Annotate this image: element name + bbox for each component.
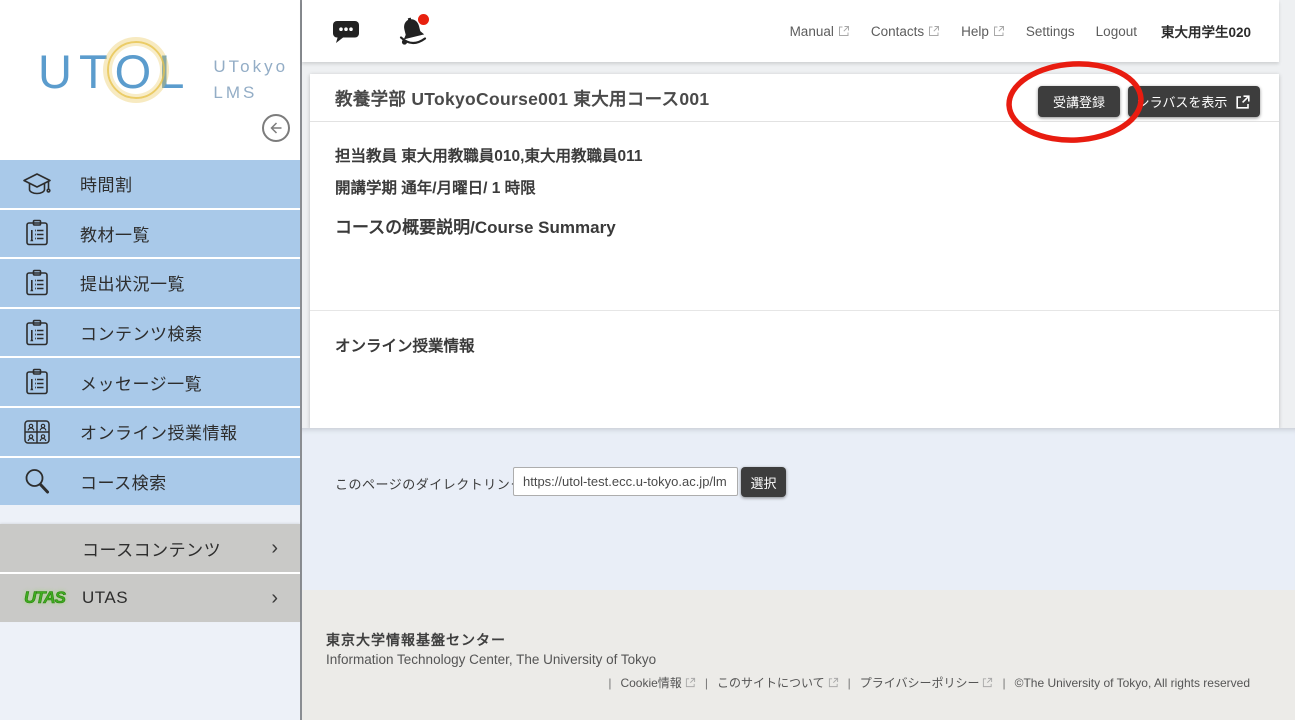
show-syllabus-button[interactable]: シラバスを表示 [1128, 86, 1260, 117]
sidebar-item-course-search[interactable]: コース検索 [0, 458, 300, 506]
topbar: Manual Contacts Help Settings Logout 東大用… [302, 0, 1279, 62]
sidebar-item-submission-status[interactable]: 提出状況一覧 [0, 259, 300, 307]
utol-lms-page: { "colors": { "sidebar_item_blue": "#a9c… [0, 0, 1295, 720]
select-url-button[interactable]: 選択 [741, 467, 786, 497]
settings-link[interactable]: Settings [1026, 24, 1075, 39]
privacy-policy-link[interactable]: プライバシーポリシー [860, 674, 994, 691]
utol-logo-subtitle: UTokyo LMS [213, 54, 288, 105]
sidebar-item-course-contents[interactable]: コースコンテンツ › [0, 524, 300, 572]
logo-area: UTOL UTokyo LMS [0, 0, 300, 160]
sidebar-item-label: オンライン授業情報 [80, 419, 238, 444]
sidebar-collapse-button[interactable] [262, 114, 290, 142]
course-card: 教養学部 UTokyoCourse001 東大用コース001 受講登録 シラバス… [310, 74, 1279, 428]
external-link-icon [838, 25, 850, 37]
footer: 東京大学情報基盤センター Information Technology Cent… [302, 590, 1295, 720]
external-link-icon [1235, 94, 1251, 110]
graduation-cap-icon [22, 171, 52, 197]
logo-ring-icon: O [115, 48, 159, 95]
footer-org-english: Information Technology Center, The Unive… [326, 652, 656, 667]
sidebar: UTOL UTokyo LMS 時間割 [0, 0, 302, 720]
copyright-text: ©The University of Tokyo, All rights res… [1015, 676, 1250, 690]
external-link-icon [928, 25, 940, 37]
direct-link-label: このページのダイレクトリンク [335, 474, 524, 493]
chat-bubble-icon [332, 18, 360, 44]
course-title: 教養学部 UTokyoCourse001 東大用コース001 [335, 74, 709, 122]
clipboard-icon [22, 319, 52, 347]
register-course-button[interactable]: 受講登録 [1038, 86, 1120, 117]
sidebar-item-label: 提出状況一覧 [80, 270, 185, 295]
sidebar-item-timetable[interactable]: 時間割 [0, 160, 300, 208]
messages-button[interactable] [332, 0, 360, 62]
video-conference-grid-icon [22, 419, 52, 445]
sidebar-item-label: 時間割 [80, 171, 133, 196]
chevron-right-icon: › [271, 538, 278, 558]
external-link-icon [828, 677, 839, 688]
clipboard-icon [22, 219, 52, 247]
sidebar-item-online-class-info[interactable]: オンライン授業情報 [0, 408, 300, 456]
clipboard-icon [22, 368, 52, 396]
section-divider [310, 310, 1279, 311]
cookie-info-link[interactable]: Cookie情報 [620, 674, 695, 691]
chevron-right-icon: › [271, 588, 278, 608]
sidebar-item-content-search[interactable]: コンテンツ検索 [0, 309, 300, 357]
sidebar-item-label: コンテンツ検索 [80, 320, 203, 345]
notifications-button[interactable] [394, 0, 432, 62]
notification-bell-icon [394, 12, 432, 50]
help-link[interactable]: Help [961, 24, 1005, 39]
footer-org-japanese: 東京大学情報基盤センター [326, 630, 506, 650]
utas-logo-icon: UTAS [24, 588, 65, 608]
utol-logo[interactable]: UTOL UTokyo LMS [38, 48, 288, 105]
topbar-links: Manual Contacts Help Settings Logout 東大用… [790, 0, 1251, 62]
course-title-row: 教養学部 UTokyoCourse001 東大用コース001 受講登録 シラバス… [310, 74, 1279, 122]
sidebar-item-label: コースコンテンツ [82, 536, 221, 561]
logout-link[interactable]: Logout [1096, 24, 1137, 39]
course-instructors: 担当教員 東大用教職員010,東大用教職員011 [335, 144, 642, 166]
arrow-left-icon [268, 120, 284, 136]
notification-dot [418, 14, 429, 25]
sidebar-expand-area: コースコンテンツ › UTAS UTAS › [0, 524, 300, 622]
footer-links-row: | Cookie情報 | このサイトについて | プライバシーポリシー | ©T… [608, 674, 1250, 691]
sidebar-menu: 時間割 教材一覧 提出状況一覧 [0, 160, 300, 505]
clipboard-icon [22, 269, 52, 297]
current-user-name: 東大用学生020 [1161, 21, 1251, 41]
external-link-icon [993, 25, 1005, 37]
external-link-icon [982, 677, 993, 688]
contacts-link[interactable]: Contacts [871, 24, 940, 39]
course-summary-heading: コースの概要説明/Course Summary [335, 213, 616, 238]
manual-link[interactable]: Manual [790, 24, 850, 39]
sidebar-item-label: 教材一覧 [80, 221, 150, 246]
about-site-link[interactable]: このサイトについて [717, 674, 839, 691]
online-class-info-heading: オンライン授業情報 [335, 334, 475, 356]
external-link-icon [685, 677, 696, 688]
utol-logo-text: UTOL [38, 48, 191, 95]
sidebar-item-materials[interactable]: 教材一覧 [0, 210, 300, 258]
direct-link-url-input[interactable] [513, 467, 738, 496]
sidebar-item-utas[interactable]: UTAS UTAS › [0, 574, 300, 622]
sidebar-item-label: メッセージ一覧 [80, 370, 202, 395]
sidebar-item-messages[interactable]: メッセージ一覧 [0, 358, 300, 406]
sidebar-item-label: コース検索 [80, 469, 167, 494]
course-term: 開講学期 通年/月曜日/ 1 時限 [335, 176, 536, 198]
search-icon [22, 467, 52, 495]
sidebar-item-label: UTAS [82, 588, 128, 608]
direct-link-section: このページのダイレクトリンク 選択 [302, 428, 1295, 590]
